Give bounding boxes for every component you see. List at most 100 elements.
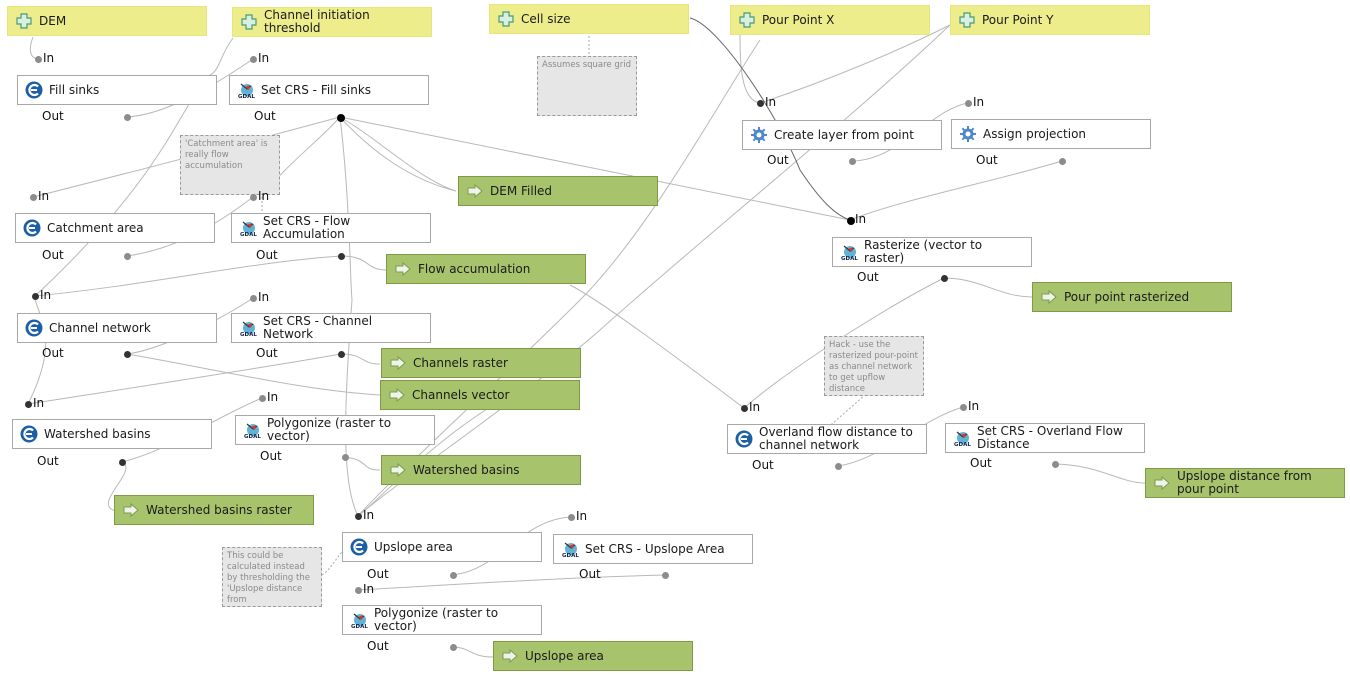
algorithm-node-setcrs-upslope[interactable]: GDAL Set CRS - Upslope Area [553,534,753,564]
output-port[interactable] [123,113,131,121]
output-port[interactable] [1051,460,1059,468]
output-port[interactable] [848,157,856,165]
arrow-right-icon [388,386,406,404]
node-label: Pour Point X [762,12,835,27]
svg-text:GDAL: GDAL [238,94,255,99]
input-port[interactable] [354,586,362,594]
output-port[interactable] [940,274,948,282]
input-port[interactable] [24,400,32,408]
input-node-channel-threshold[interactable]: Channel initiation threshold [232,7,432,37]
comment-hack-note[interactable]: Hack - use the rasterized pour-point as … [824,336,924,396]
node-label: Cell size [521,11,571,26]
saga-icon [25,319,43,337]
gear-icon [959,125,977,143]
output-port[interactable] [661,571,669,579]
comment-catchment-note[interactable]: 'Catchment area' is really flow accumula… [180,135,280,195]
svg-text:GDAL: GDAL [240,232,257,237]
input-port[interactable] [249,193,257,201]
model-canvas[interactable]: DEM Channel initiation threshold Cell si… [0,0,1350,677]
input-node-pour-point-x[interactable]: Pour Point X [730,5,930,35]
algorithm-node-catchment[interactable]: Catchment area [15,213,215,243]
output-node-channels-vector[interactable]: Channels vector [380,380,580,410]
arrow-right-icon [466,182,484,200]
node-label: Channel network [49,320,151,335]
input-node-cell-size[interactable]: Cell size [489,4,689,34]
output-node-dem-filled[interactable]: DEM Filled [458,176,658,206]
algorithm-node-fill-sinks[interactable]: Fill sinks [17,75,217,105]
saga-icon [735,430,753,448]
node-label: Watershed basins [44,426,151,441]
comment-threshold-note[interactable]: This could be calculated instead by thre… [222,547,322,607]
input-port[interactable] [846,216,855,225]
input-port[interactable] [29,193,37,201]
algorithm-node-assign-proj[interactable]: Assign projection [951,119,1151,149]
input-node-dem[interactable]: DEM [7,6,207,36]
node-label: Set CRS - Flow Accumulation [263,214,351,241]
algorithm-node-setcrs-channel[interactable]: GDAL Set CRS - Channel Network [231,313,431,343]
input-port[interactable] [354,512,362,520]
node-label: Set CRS - Fill sinks [261,82,372,97]
arrow-right-icon [1040,288,1058,306]
output-port[interactable] [449,571,457,579]
output-port[interactable] [834,462,842,470]
wire [849,160,1063,221]
node-label: Create layer from point [774,127,914,142]
input-port-label: In [576,509,588,523]
output-node-watershed-basins[interactable]: Watershed basins [381,455,581,485]
output-port[interactable] [1058,157,1066,165]
plus-icon [738,11,756,29]
input-port[interactable] [249,55,257,63]
algorithm-node-setcrs-flow[interactable]: GDAL Set CRS - Flow Accumulation [231,213,431,243]
saga-icon [25,81,43,99]
output-port[interactable] [123,252,131,260]
output-port[interactable] [118,458,126,466]
wire [759,24,951,104]
output-port-label: Out [37,454,59,468]
input-port[interactable] [964,99,972,107]
algorithm-node-rasterize[interactable]: GDAL Rasterize (vector to raster) [832,237,1032,267]
gdal-icon: GDAL [243,421,261,440]
saga-icon [23,219,41,237]
input-port[interactable] [31,292,39,300]
node-label: Upslope area [374,539,453,554]
input-port[interactable] [258,394,266,402]
output-node-pour-rasterized[interactable]: Pour point rasterized [1032,282,1232,312]
input-port[interactable] [756,99,764,107]
wire [1054,463,1146,484]
input-port-label: In [258,189,270,203]
input-port[interactable] [34,55,42,63]
output-node-channels-raster[interactable]: Channels raster [381,348,581,378]
algorithm-node-polygonize-1[interactable]: GDAL Polygonize (raster to vector) [235,415,435,445]
output-port[interactable] [336,113,345,122]
algorithm-node-watershed[interactable]: Watershed basins [12,419,212,449]
gear-icon [750,126,768,144]
output-port[interactable] [449,643,457,651]
output-node-flow-acc[interactable]: Flow accumulation [386,254,586,284]
wire [739,34,761,104]
output-port[interactable] [337,350,345,358]
output-port-label: Out [976,153,998,167]
algorithm-node-upslope[interactable]: Upslope area [342,532,542,562]
wire [689,17,851,221]
input-port[interactable] [249,294,257,302]
algorithm-node-setcrs-fill[interactable]: GDAL Set CRS - Fill sinks [229,75,429,105]
comment-square-grid[interactable]: Assumes square grid [537,56,637,116]
algorithm-node-setcrs-overland[interactable]: GDAL Set CRS - Overland Flow Distance [945,423,1145,453]
input-node-pour-point-y[interactable]: Pour Point Y [950,5,1150,35]
output-node-upslope-distance[interactable]: Upslope distance from pour point [1145,468,1345,498]
wire [344,456,381,471]
output-port[interactable] [337,252,345,260]
algorithm-node-polygonize-2[interactable]: GDAL Polygonize (raster to vector) [342,605,542,635]
algorithm-node-overland[interactable]: Overland flow distance to channel networ… [727,424,927,454]
algorithm-node-channel-network[interactable]: Channel network [17,313,217,343]
output-node-watershed-raster[interactable]: Watershed basins raster [114,495,314,525]
algorithm-node-create-layer[interactable]: Create layer from point [742,120,942,150]
output-port[interactable] [123,350,131,358]
input-port[interactable] [567,513,575,521]
input-port[interactable] [740,404,748,412]
input-port[interactable] [959,403,967,411]
gdal-icon: GDAL [953,429,971,448]
output-port[interactable] [341,453,349,461]
output-node-upslope-area[interactable]: Upslope area [493,641,693,671]
node-label: Fill sinks [49,82,100,97]
